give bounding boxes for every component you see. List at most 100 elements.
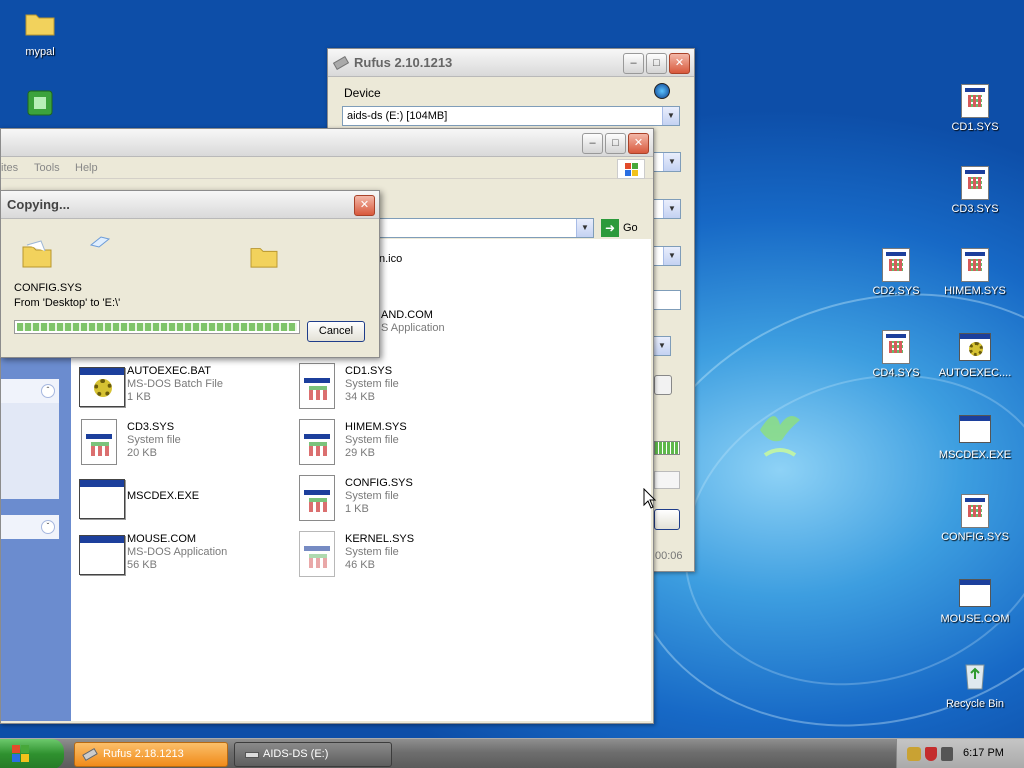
file-name: CD1.SYS	[345, 365, 393, 377]
close-button[interactable]: ✕	[354, 195, 375, 216]
file-item-config[interactable]: CONFIG.SYS System file 1 KB	[293, 475, 513, 525]
close-button[interactable]: ✕	[669, 53, 690, 74]
usb-drive-icon	[332, 55, 350, 70]
desktop-icon-mscdex[interactable]: MSCDEX.EXE	[935, 412, 1015, 461]
rufus-timer: 00:06	[655, 550, 683, 562]
minimize-button[interactable]: –	[623, 53, 644, 74]
desktop-icon-cd3[interactable]: CD3.SYS	[935, 166, 1015, 215]
system-file-icon	[882, 248, 910, 282]
device-select[interactable]: aids-ds (E:) [104MB] ▼	[342, 106, 680, 126]
rufus-progress-bar	[654, 441, 680, 455]
rufus-start-button[interactable]	[654, 509, 680, 530]
copying-title: Copying...	[7, 197, 70, 212]
boot-select[interactable]: ▼	[653, 336, 671, 356]
taskbar: Rufus 2.18.1213 AIDS-DS (E:) 6:17 PM	[0, 738, 1024, 768]
task-pane-box	[1, 403, 59, 499]
system-file-icon	[75, 419, 121, 465]
file-name: MSCDEX.EXE	[127, 490, 200, 502]
desktop-icon-cd2[interactable]: CD2.SYS	[856, 248, 936, 297]
go-button[interactable]: ➜ Go	[601, 219, 651, 237]
device-label: Device	[344, 86, 381, 100]
file-size: 1 KB	[127, 391, 151, 403]
desktop-icon-label: mypal	[25, 46, 55, 58]
maximize-button[interactable]: □	[646, 53, 667, 74]
disk-image-icon[interactable]	[654, 375, 672, 395]
desktop-icon-label: CONFIG.SYS	[941, 531, 1009, 543]
minimize-button[interactable]: –	[582, 133, 603, 154]
file-name: CONFIG.SYS	[345, 477, 413, 489]
menu-bar: ites Tools Help	[1, 157, 653, 179]
file-type: MS-DOS Batch File	[127, 378, 223, 390]
copying-from-to: From 'Desktop' to 'E:\'	[14, 297, 121, 309]
taskbar-item-explorer[interactable]: AIDS-DS (E:)	[234, 742, 392, 767]
system-tray: 6:17 PM	[896, 739, 1024, 768]
file-type: System file	[345, 546, 399, 558]
desktop-icon-recycle-bin[interactable]: Recycle Bin	[935, 658, 1015, 710]
file-item-mouse[interactable]: MOUSE.COM MS-DOS Application 56 KB	[75, 531, 295, 581]
copying-titlebar[interactable]: Copying...	[1, 191, 379, 219]
file-item-autoexec[interactable]: AUTOEXEC.BAT MS-DOS Batch File 1 KB	[75, 363, 295, 413]
menu-item-tools[interactable]: Tools	[34, 162, 60, 174]
file-item-kernel[interactable]: KERNEL.SYS System file 46 KB	[293, 531, 513, 581]
batch-file-icon	[959, 333, 991, 361]
system-file-icon	[293, 419, 339, 465]
file-name: n.ico	[379, 253, 403, 265]
cluster-select[interactable]: ▼	[653, 246, 681, 266]
cancel-button[interactable]: Cancel	[307, 321, 365, 342]
menu-item-help[interactable]: Help	[75, 162, 98, 174]
rufus-title: Rufus 2.10.1213	[354, 55, 453, 70]
desktop-icon-mouse[interactable]: MOUSE.COM	[935, 576, 1015, 625]
file-item-himem[interactable]: HIMEM.SYS System file 29 KB	[293, 419, 513, 469]
taskbar-item-rufus[interactable]: Rufus 2.18.1213	[74, 742, 228, 767]
security-shield-icon[interactable]	[925, 747, 937, 761]
taskbar-item-label: Rufus 2.18.1213	[103, 748, 184, 760]
task-pane-header[interactable]: ˆ	[1, 379, 59, 403]
task-pane-header[interactable]: ˇ	[1, 515, 59, 539]
system-file-icon	[293, 475, 339, 521]
desktop-icon-autoexec[interactable]: AUTOEXEC....	[935, 330, 1015, 379]
desktop-icon-himem[interactable]: HIMEM.SYS	[935, 248, 1015, 297]
filesystem-select[interactable]: ▼	[653, 199, 681, 219]
file-item-cd1[interactable]: CD1.SYS System file 34 KB	[293, 363, 513, 413]
chevron-down-icon: ▼	[662, 107, 679, 125]
network-icon[interactable]	[907, 747, 921, 761]
mouse-cursor-icon	[643, 488, 657, 509]
desktop-icon-cd1[interactable]: CD1.SYS	[935, 84, 1015, 133]
clock[interactable]: 6:17 PM	[963, 747, 1004, 759]
explorer-titlebar[interactable]	[1, 129, 653, 157]
wallpaper-bird-icon	[760, 416, 800, 457]
desktop-icon-label: CD3.SYS	[951, 203, 999, 215]
desktop-icon-label: MOUSE.COM	[940, 613, 1010, 625]
file-item-mscdex[interactable]: MSCDEX.EXE	[75, 475, 295, 525]
file-type: System file	[345, 490, 399, 502]
desktop-icon-mypal[interactable]: mypal	[0, 6, 80, 58]
volume-icon[interactable]	[941, 747, 953, 761]
file-item-cd3[interactable]: CD3.SYS System file 20 KB	[75, 419, 295, 469]
recycle-bin-icon	[965, 664, 985, 690]
partition-select[interactable]: ▼	[653, 152, 681, 172]
start-button[interactable]	[0, 739, 64, 768]
menu-item-favorites[interactable]: ites	[1, 162, 18, 174]
copying-dialog[interactable]: Copying... ✕ CONFIG.SYS From 'Desktop' t…	[0, 190, 380, 358]
file-name: CD3.SYS	[127, 421, 175, 433]
desktop-icon-config[interactable]: CONFIG.SYS	[935, 494, 1015, 543]
file-name: HIMEM.SYS	[345, 421, 407, 433]
maximize-button[interactable]: □	[605, 133, 626, 154]
file-name: KERNEL.SYS	[345, 533, 415, 545]
file-type: MS-DOS Application	[127, 546, 228, 558]
desktop-icon-shortcut[interactable]	[0, 86, 80, 126]
close-button[interactable]: ✕	[628, 133, 649, 154]
globe-icon[interactable]	[654, 83, 670, 99]
volume-label-input[interactable]	[653, 290, 681, 310]
copy-progress-bar	[14, 320, 300, 334]
go-label: Go	[623, 222, 638, 234]
go-arrow-icon: ➜	[601, 219, 619, 237]
chevron-up-icon: ˆ	[41, 384, 55, 398]
desktop-icon-cd4[interactable]: CD4.SYS	[856, 330, 936, 379]
desktop-icon-label: AUTOEXEC....	[938, 367, 1012, 379]
application-icon	[75, 531, 125, 577]
copy-progress-fill	[17, 323, 297, 331]
system-file-icon	[961, 166, 989, 200]
chevron-down-icon: ▼	[653, 337, 670, 355]
file-type: S Application	[381, 322, 445, 334]
